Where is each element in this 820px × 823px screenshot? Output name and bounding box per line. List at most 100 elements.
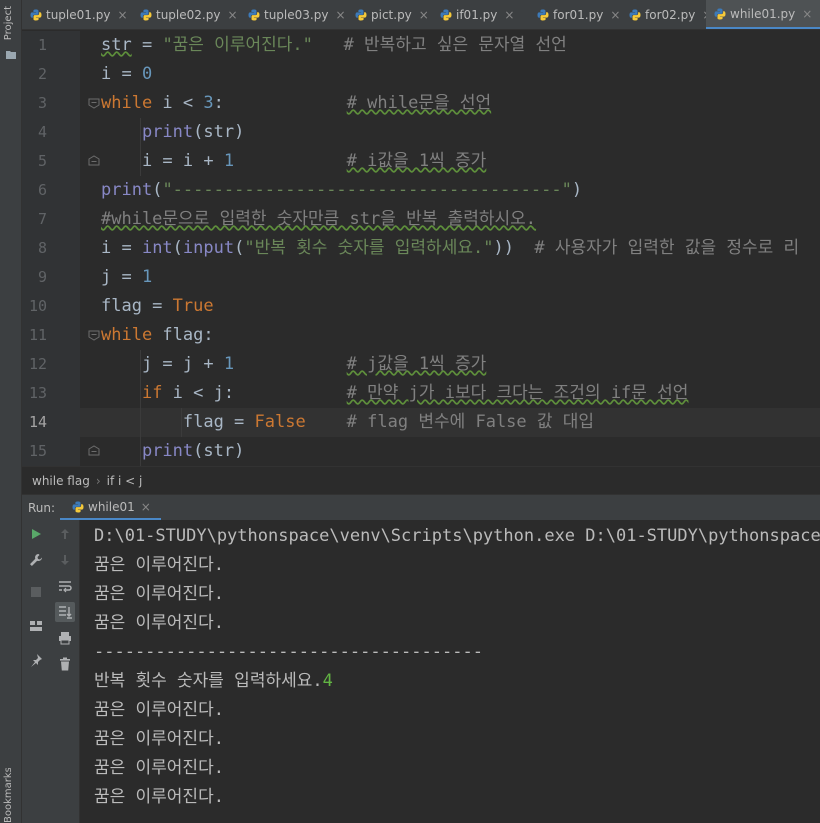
code-token: flag: — [152, 325, 214, 345]
pin-icon — [31, 654, 42, 667]
code-token: "--------------------------------------" — [162, 180, 572, 200]
rerun-button[interactable] — [26, 524, 46, 544]
code-token: print — [101, 180, 153, 200]
breadcrumb-item-while-flag[interactable]: while flag — [32, 474, 90, 488]
tab-if01[interactable]: if01.py × — [432, 0, 529, 29]
line-number: 7 — [37, 210, 47, 228]
scroll-to-end-button[interactable] — [55, 602, 75, 622]
run-console-output[interactable]: D:\01-STUDY\pythonspace\venv\Scripts\pyt… — [80, 520, 820, 823]
folder-icon[interactable] — [6, 50, 16, 59]
code-line: while i < 3: # while문을 선언 — [80, 89, 820, 118]
code-token: ( — [152, 180, 163, 200]
code-token: # 사용자가 입력한 값을 정수로 리 — [534, 238, 800, 258]
tab-label: for02.py — [645, 8, 696, 22]
console-text: 꿈은 이루어진다. — [94, 555, 224, 575]
close-icon[interactable]: × — [335, 8, 345, 22]
print-button[interactable] — [55, 628, 75, 648]
project-panel-label[interactable]: Project — [3, 6, 14, 40]
code-line: print("---------------------------------… — [80, 176, 820, 205]
indent-guide — [139, 408, 141, 437]
close-icon[interactable]: × — [419, 8, 429, 22]
tab-tuple02[interactable]: tuple02.py × — [132, 0, 240, 29]
code-token: # while문을 선언 — [346, 93, 492, 113]
tab-tuple01[interactable]: tuple01.py × — [22, 0, 132, 29]
tab-pict[interactable]: pict.py × — [347, 0, 432, 29]
code-token: False — [254, 412, 306, 432]
code-token: i = i + — [101, 151, 224, 171]
code-token: 1 — [141, 267, 153, 287]
indent-guide — [139, 379, 141, 408]
close-icon[interactable]: × — [141, 500, 151, 514]
code-token: while — [101, 93, 153, 113]
code-token: = — [131, 35, 163, 55]
tab-for01[interactable]: for01.py × — [529, 0, 621, 29]
indent-guide — [139, 437, 141, 466]
python-file-icon — [140, 9, 152, 21]
code-line: i = 0 — [80, 60, 820, 89]
line-number: 4 — [37, 123, 47, 141]
line-number: 1 — [37, 36, 47, 54]
edit-configuration-button[interactable] — [26, 550, 46, 570]
code-token: j = j + — [101, 354, 224, 374]
code-token: 1 — [223, 151, 235, 171]
code-token: i < — [152, 93, 204, 113]
wrap-icon — [59, 581, 72, 593]
python-file-icon — [248, 9, 260, 21]
console-text: -------------------------------------- — [94, 642, 483, 662]
left-tool-strip: Project Bookmarks — [0, 0, 22, 823]
breadcrumb-item-if[interactable]: if i < j — [107, 474, 143, 488]
wrench-icon — [30, 554, 42, 566]
code-token: True — [172, 296, 214, 316]
stop-button[interactable] — [26, 582, 46, 602]
indent-guide — [139, 350, 141, 379]
code-token: # i값을 1씩 증가 — [346, 151, 487, 171]
close-icon[interactable]: × — [117, 8, 127, 22]
console-text: 꿈은 이루어진다. — [94, 584, 224, 604]
console-line: -------------------------------------- — [94, 638, 483, 667]
code-line: j = 1 — [80, 263, 820, 292]
scroll-up-button[interactable] — [55, 524, 75, 544]
console-line: D:\01-STUDY\pythonspace\venv\Scripts\pyt… — [94, 522, 820, 551]
code-editor[interactable]: str = "꿈은 이루어진다." # 반복하고 싶은 문자열 선언 i = 0w… — [80, 31, 820, 466]
python-file-icon — [355, 9, 367, 21]
run-tab-while01[interactable]: while01 × — [60, 495, 161, 521]
close-icon[interactable]: × — [802, 7, 812, 21]
tab-for02[interactable]: for02.py× — [621, 0, 706, 29]
pin-tab-button[interactable] — [26, 650, 46, 670]
code-token: 0 — [141, 64, 153, 84]
clear-all-button[interactable] — [55, 654, 75, 674]
close-icon[interactable]: × — [227, 8, 237, 22]
play-icon — [32, 529, 41, 539]
line-number: 3 — [37, 94, 47, 112]
python-file-icon — [30, 9, 42, 21]
console-line: 꿈은 이루어진다. — [94, 551, 224, 580]
soft-wrap-button[interactable] — [55, 576, 75, 596]
console-text: 꿈은 이루어진다. — [94, 613, 224, 633]
line-number: 14 — [28, 413, 47, 431]
run-panel-header: Run: while01 × — [22, 494, 820, 521]
console-line: 꿈은 이루어진다. — [94, 580, 224, 609]
code-token: j = — [101, 267, 142, 287]
console-text: 꿈은 이루어진다. — [94, 700, 224, 720]
scroll-down-button[interactable] — [55, 550, 75, 570]
tab-tuple03[interactable]: tuple03.py × — [240, 0, 347, 29]
stop-icon — [31, 587, 41, 597]
code-token: flag = — [101, 412, 255, 432]
close-icon[interactable]: × — [504, 8, 514, 22]
code-token: 3 — [203, 93, 214, 113]
code-token: print — [141, 122, 194, 142]
code-token: (str) — [193, 122, 245, 142]
close-icon[interactable]: × — [610, 8, 620, 22]
code-token: ) — [571, 180, 583, 200]
code-line: print(str) — [80, 118, 820, 147]
layout-button[interactable] — [26, 616, 46, 636]
line-number: 13 — [28, 384, 47, 402]
code-token: if — [141, 383, 163, 403]
tab-while01[interactable]: while01.py × — [706, 0, 820, 29]
code-token: str — [101, 35, 132, 55]
bookmarks-panel-label[interactable]: Bookmarks — [3, 768, 14, 823]
console-text: 꿈은 이루어진다. — [94, 787, 224, 807]
